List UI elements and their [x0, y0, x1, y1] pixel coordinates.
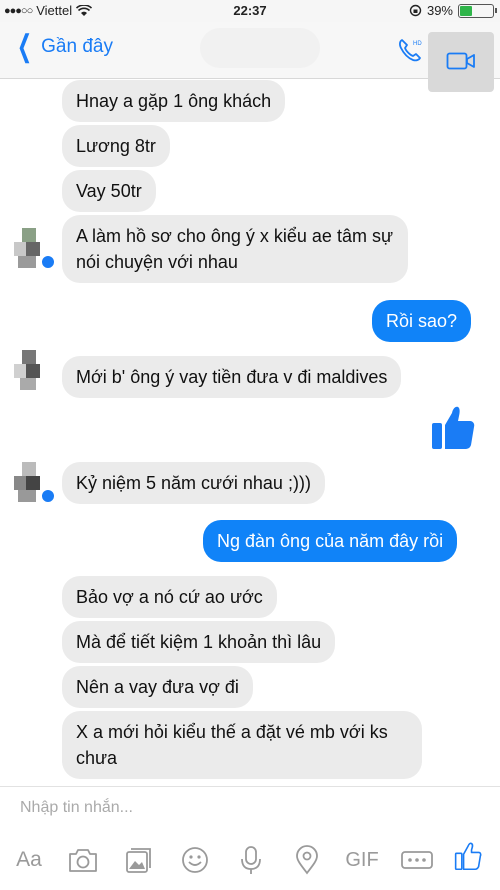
avatar-pixel — [22, 228, 36, 242]
gif-button[interactable]: GIF — [342, 845, 382, 875]
message-bubble-outgoing: Rồi sao? — [372, 300, 472, 342]
chevron-left-icon: ❮ — [17, 30, 33, 63]
avatar-pixel — [26, 476, 40, 490]
location-pin-icon[interactable] — [294, 845, 320, 875]
status-bar: ●●●○○ Viettel 22:37 39% — [0, 0, 500, 22]
message-input[interactable]: Nhập tin nhắn... — [20, 799, 133, 817]
avatar — [12, 350, 52, 390]
messenger-badge-icon — [40, 488, 56, 504]
avatar-pixel — [20, 378, 36, 390]
back-label: Gần đây — [41, 36, 113, 57]
battery-icon — [458, 3, 497, 18]
blurred-contact-name — [200, 28, 320, 68]
thumbs-up-send-icon[interactable] — [452, 841, 484, 871]
svg-text:HD: HD — [413, 41, 422, 47]
message-bubble-outgoing: Ng đàn ông của năm đây rồi — [203, 520, 458, 562]
message-bubble-incoming: Lương 8tr — [62, 125, 170, 167]
status-right: 39% — [409, 3, 497, 18]
composer-toolbar: Aa GIF — [0, 842, 500, 885]
camera-icon[interactable] — [66, 845, 100, 875]
thumbs-up-sticker-icon — [432, 406, 475, 449]
phone-call-icon[interactable]: HD — [396, 36, 424, 64]
avatar-pixel — [18, 490, 36, 502]
avatar — [12, 228, 56, 270]
composer: Nhập tin nhắn... Aa GIF — [0, 786, 500, 890]
emoji-icon[interactable] — [180, 845, 210, 875]
messenger-badge-icon — [40, 254, 56, 270]
avatar-pixel — [14, 242, 26, 256]
text-format-button[interactable]: Aa — [12, 845, 46, 875]
battery-fill — [460, 5, 472, 16]
avatar — [12, 462, 56, 504]
avatar-pixel — [14, 364, 26, 378]
avatar-pixel — [26, 364, 40, 378]
message-bubble-incoming: Nên a vay đưa vợ đi — [62, 666, 253, 708]
orientation-lock-icon — [409, 4, 422, 17]
avatar-pixel — [14, 476, 26, 490]
video-call-button[interactable] — [428, 32, 494, 92]
message-bubble-incoming: Kỷ niệm 5 năm cưới nhau ;))) — [62, 462, 325, 504]
message-bubble-incoming: Mà để tiết kiệm 1 khoản thì lâu — [62, 621, 336, 663]
battery-percent: 39% — [426, 3, 453, 18]
message-bubble-incoming: X a mới hỏi kiểu thế a đặt vé mb với ks … — [62, 711, 422, 779]
message-bubble-incoming: Bảo vợ a nó cứ ao ước — [62, 576, 277, 618]
video-camera-icon — [446, 52, 475, 70]
message-bubble-incoming: A làm hồ sơ cho ông ý x kiểu ae tâm sự n… — [62, 215, 408, 283]
avatar-pixel — [22, 350, 36, 364]
avatar-pixel — [18, 256, 36, 268]
nav-bar: ❮ Gần đây HD — [0, 22, 500, 92]
avatar-pixel — [26, 242, 40, 256]
avatar-pixel — [22, 462, 36, 476]
back-button[interactable]: ❮ Gần đây — [12, 30, 113, 63]
message-bubble-incoming: Hnay a gặp 1 ông khách — [62, 80, 286, 122]
more-options-icon[interactable] — [400, 845, 434, 875]
message-bubble-incoming: Vay 50tr — [62, 170, 156, 212]
microphone-icon[interactable] — [238, 845, 264, 875]
message-bubble-incoming: Mới b' ông ý vay tiền đưa v đi maldives — [62, 356, 402, 398]
photo-gallery-icon[interactable] — [124, 845, 154, 875]
